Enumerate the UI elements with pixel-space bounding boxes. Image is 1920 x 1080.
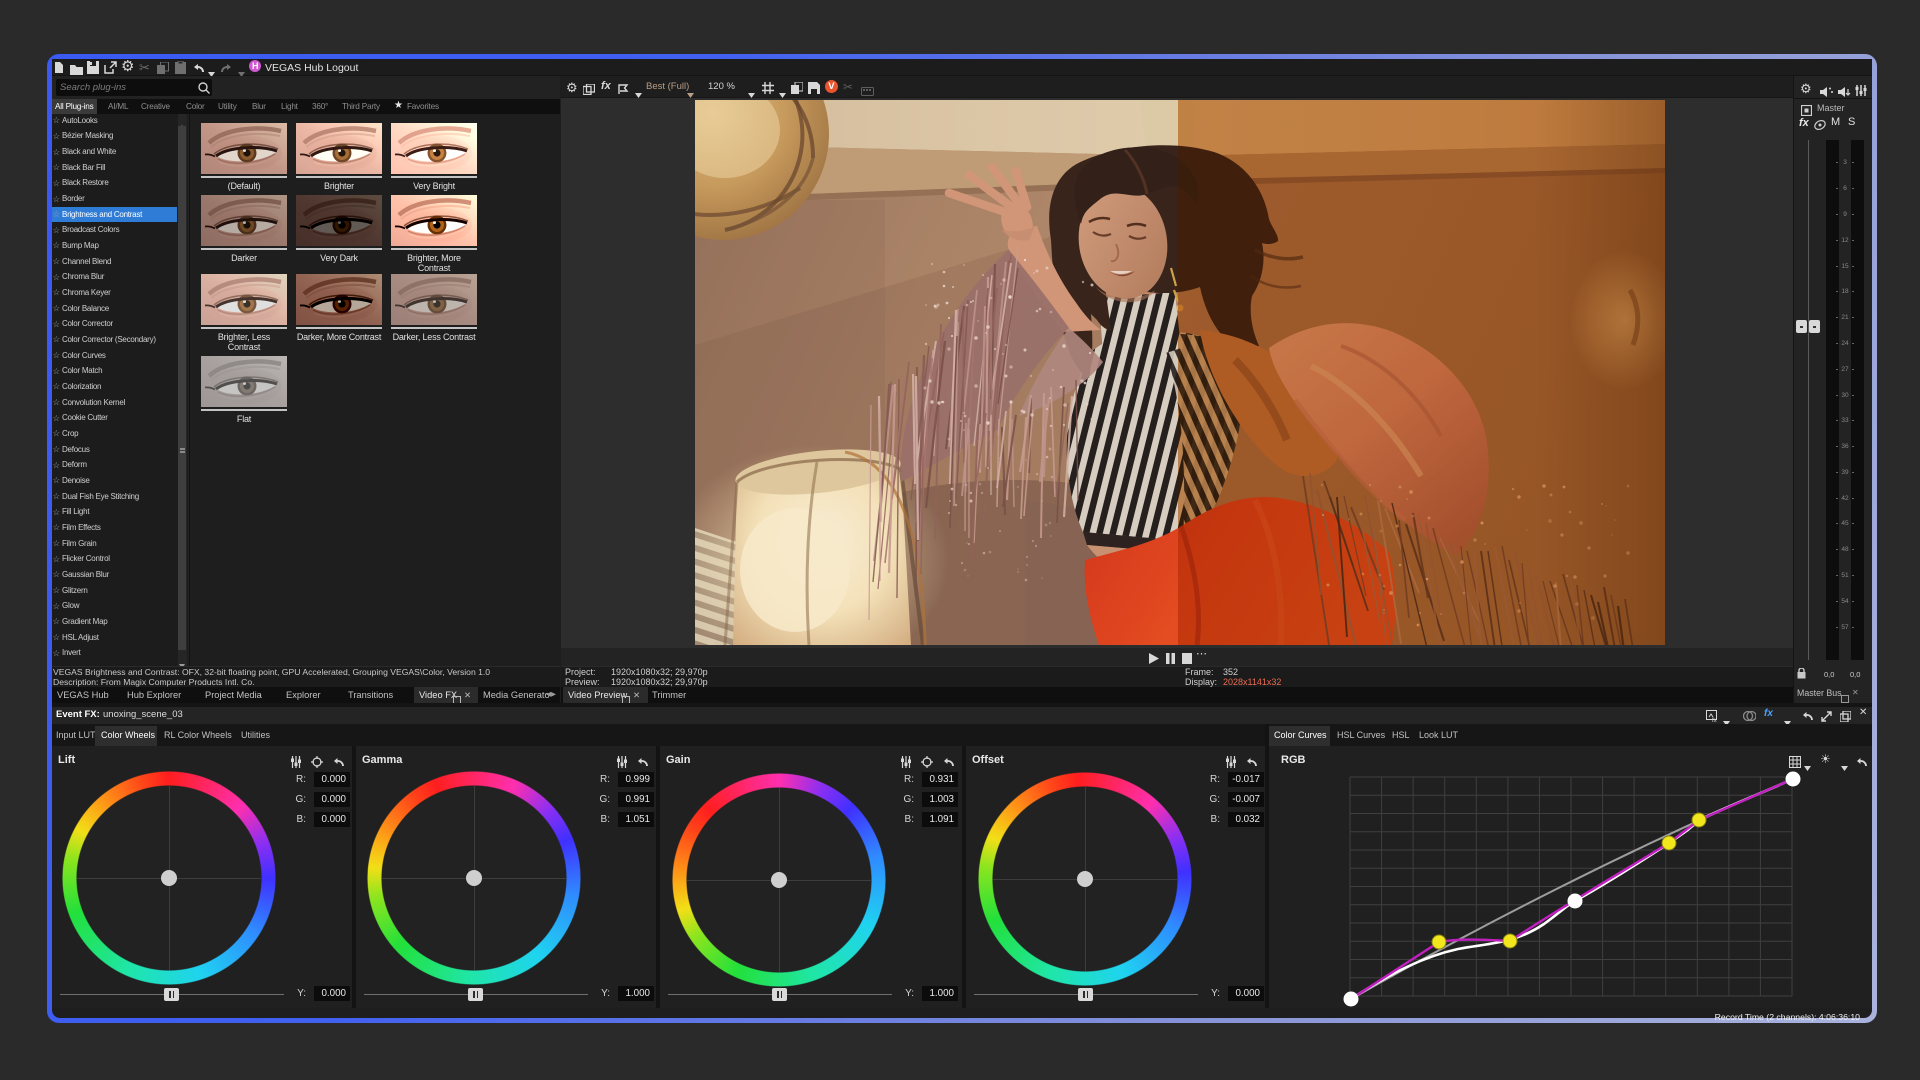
svg-text:fx: fx xyxy=(1712,718,1717,722)
